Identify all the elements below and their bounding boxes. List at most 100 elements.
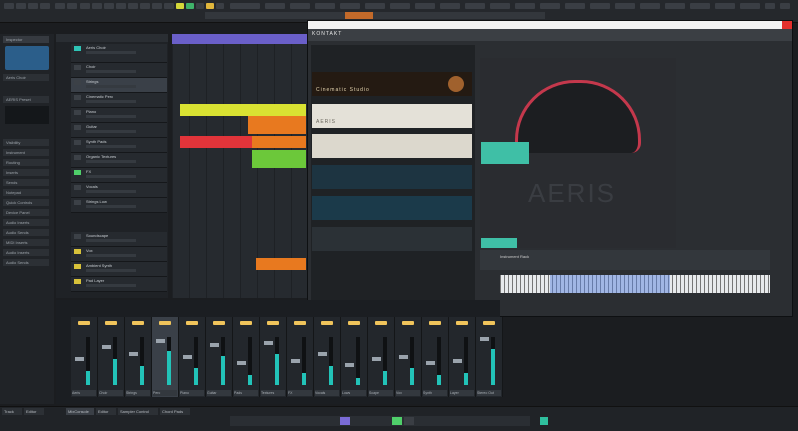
toolbar-button-42[interactable]: [780, 3, 790, 9]
mixer-channel[interactable]: Piano: [179, 317, 206, 397]
track-row[interactable]: Strings: [71, 78, 167, 93]
toolbar-button-35[interactable]: [615, 3, 635, 9]
toolbar-button-33[interactable]: [565, 3, 585, 9]
track-row[interactable]: Strings Low: [71, 198, 167, 213]
track-row[interactable]: FX: [71, 168, 167, 183]
toolbar-button-19[interactable]: [216, 3, 224, 9]
pan-knob[interactable]: [159, 321, 171, 325]
volume-fader[interactable]: [156, 339, 165, 343]
pan-knob[interactable]: [456, 321, 468, 325]
toolbar-button-5[interactable]: [55, 3, 65, 9]
volume-fader[interactable]: [480, 337, 489, 341]
toolbar-button-12[interactable]: [140, 3, 150, 9]
mixer-channel[interactable]: Layer: [449, 317, 476, 397]
event-region[interactable]: [252, 136, 306, 148]
track-row[interactable]: Synth Pads: [71, 138, 167, 153]
mixer-channel[interactable]: Lows: [341, 317, 368, 397]
pan-knob[interactable]: [132, 321, 144, 325]
track-controls[interactable]: [86, 130, 136, 133]
volume-fader[interactable]: [210, 343, 219, 347]
pan-knob[interactable]: [213, 321, 225, 325]
event-region[interactable]: [256, 258, 306, 270]
track-row[interactable]: Organic Textures: [71, 153, 167, 168]
track-row[interactable]: Soundscape: [71, 232, 167, 247]
volume-fader[interactable]: [399, 355, 408, 359]
inspector-section-8[interactable]: Device Panel: [3, 209, 49, 216]
library-banner[interactable]: [312, 227, 472, 251]
toolbar-button-22[interactable]: [290, 3, 310, 9]
bottom-tab[interactable]: Chord Pads: [160, 408, 190, 415]
inspector-section-5[interactable]: Sends: [3, 179, 49, 186]
mixer-channel[interactable]: Aeris: [71, 317, 98, 397]
volume-fader[interactable]: [318, 352, 327, 356]
track-controls[interactable]: [86, 115, 136, 118]
library-banner[interactable]: [312, 165, 472, 189]
toolbar-button-26[interactable]: [390, 3, 410, 9]
toolbar-button-30[interactable]: [490, 3, 510, 9]
event-region[interactable]: [180, 136, 252, 148]
ruler[interactable]: [172, 34, 308, 44]
toolbar-button-37[interactable]: [665, 3, 685, 9]
pan-knob[interactable]: [375, 321, 387, 325]
mixer-channel[interactable]: Synth: [422, 317, 449, 397]
library-banner[interactable]: Cinematic Studio: [312, 72, 472, 96]
inspector-section-6[interactable]: Notepad: [3, 189, 49, 196]
mixer-channel[interactable]: FX: [287, 317, 314, 397]
toolbar-button-38[interactable]: [690, 3, 710, 9]
inspector-section-11[interactable]: MIDI Inserts: [3, 239, 49, 246]
event-region[interactable]: [248, 116, 306, 134]
bottom-tab[interactable]: Editor: [96, 408, 116, 415]
toolbar-button-17[interactable]: [196, 3, 204, 9]
inspector-section-4[interactable]: Inserts: [3, 169, 49, 176]
pan-knob[interactable]: [186, 321, 198, 325]
pan-knob[interactable]: [321, 321, 333, 325]
toolbar-button-10[interactable]: [116, 3, 126, 9]
inspector-section-3[interactable]: Routing: [3, 159, 49, 166]
toolbar-button-16[interactable]: [186, 3, 194, 9]
loop-button[interactable]: [340, 417, 350, 425]
inspector-section-10[interactable]: Audio Sends: [3, 229, 49, 236]
mixer-channel[interactable]: Strings: [125, 317, 152, 397]
pan-knob[interactable]: [294, 321, 306, 325]
track-row[interactable]: Aeris Choir: [71, 44, 167, 63]
volume-fader[interactable]: [291, 359, 300, 363]
track-row[interactable]: Cinematic Perc: [71, 93, 167, 108]
toolbar-button-23[interactable]: [315, 3, 335, 9]
instrument-tab-bottom[interactable]: [481, 238, 517, 248]
track-controls[interactable]: [86, 205, 136, 208]
toolbar-tab-12[interactable]: [513, 12, 545, 19]
track-controls[interactable]: [86, 85, 136, 88]
mixer-channel[interactable]: Textures: [260, 317, 287, 397]
track-controls[interactable]: [86, 269, 136, 272]
pan-knob[interactable]: [402, 321, 414, 325]
mixer-channel[interactable]: Choir: [98, 317, 125, 397]
toolbar-button-9[interactable]: [104, 3, 114, 9]
toolbar-button-39[interactable]: [715, 3, 735, 9]
toolbar-button-3[interactable]: [28, 3, 38, 9]
track-row[interactable]: Vocals: [71, 183, 167, 198]
toolbar-button-18[interactable]: [206, 3, 214, 9]
record-button[interactable]: [404, 417, 414, 425]
track-row[interactable]: Pad Layer: [71, 277, 167, 292]
volume-fader[interactable]: [102, 345, 111, 349]
track-controls[interactable]: [86, 51, 136, 54]
toolbar-button-14[interactable]: [164, 3, 174, 9]
track-controls[interactable]: [86, 100, 136, 103]
track-controls[interactable]: [86, 175, 136, 178]
bottom-tab[interactable]: Track: [2, 408, 22, 415]
toolbar-button-27[interactable]: [415, 3, 435, 9]
toolbar-button-25[interactable]: [365, 3, 385, 9]
bottom-tab[interactable]: Editor: [24, 408, 44, 415]
inspector-track-name[interactable]: Aeris Choir: [3, 74, 49, 81]
toolbar-button-8[interactable]: [92, 3, 102, 9]
event-region[interactable]: [252, 150, 306, 168]
toolbar-button-40[interactable]: [740, 3, 760, 9]
play-button[interactable]: [392, 417, 402, 425]
volume-fader[interactable]: [372, 357, 381, 361]
pan-knob[interactable]: [483, 321, 495, 325]
toolbar-button-41[interactable]: [765, 3, 775, 9]
bottom-tab[interactable]: Sampler Control: [118, 408, 158, 415]
inspector-section-13[interactable]: Audio Sends: [3, 259, 49, 266]
toolbar-button-13[interactable]: [152, 3, 162, 9]
toolbar-button-1[interactable]: [4, 3, 14, 9]
